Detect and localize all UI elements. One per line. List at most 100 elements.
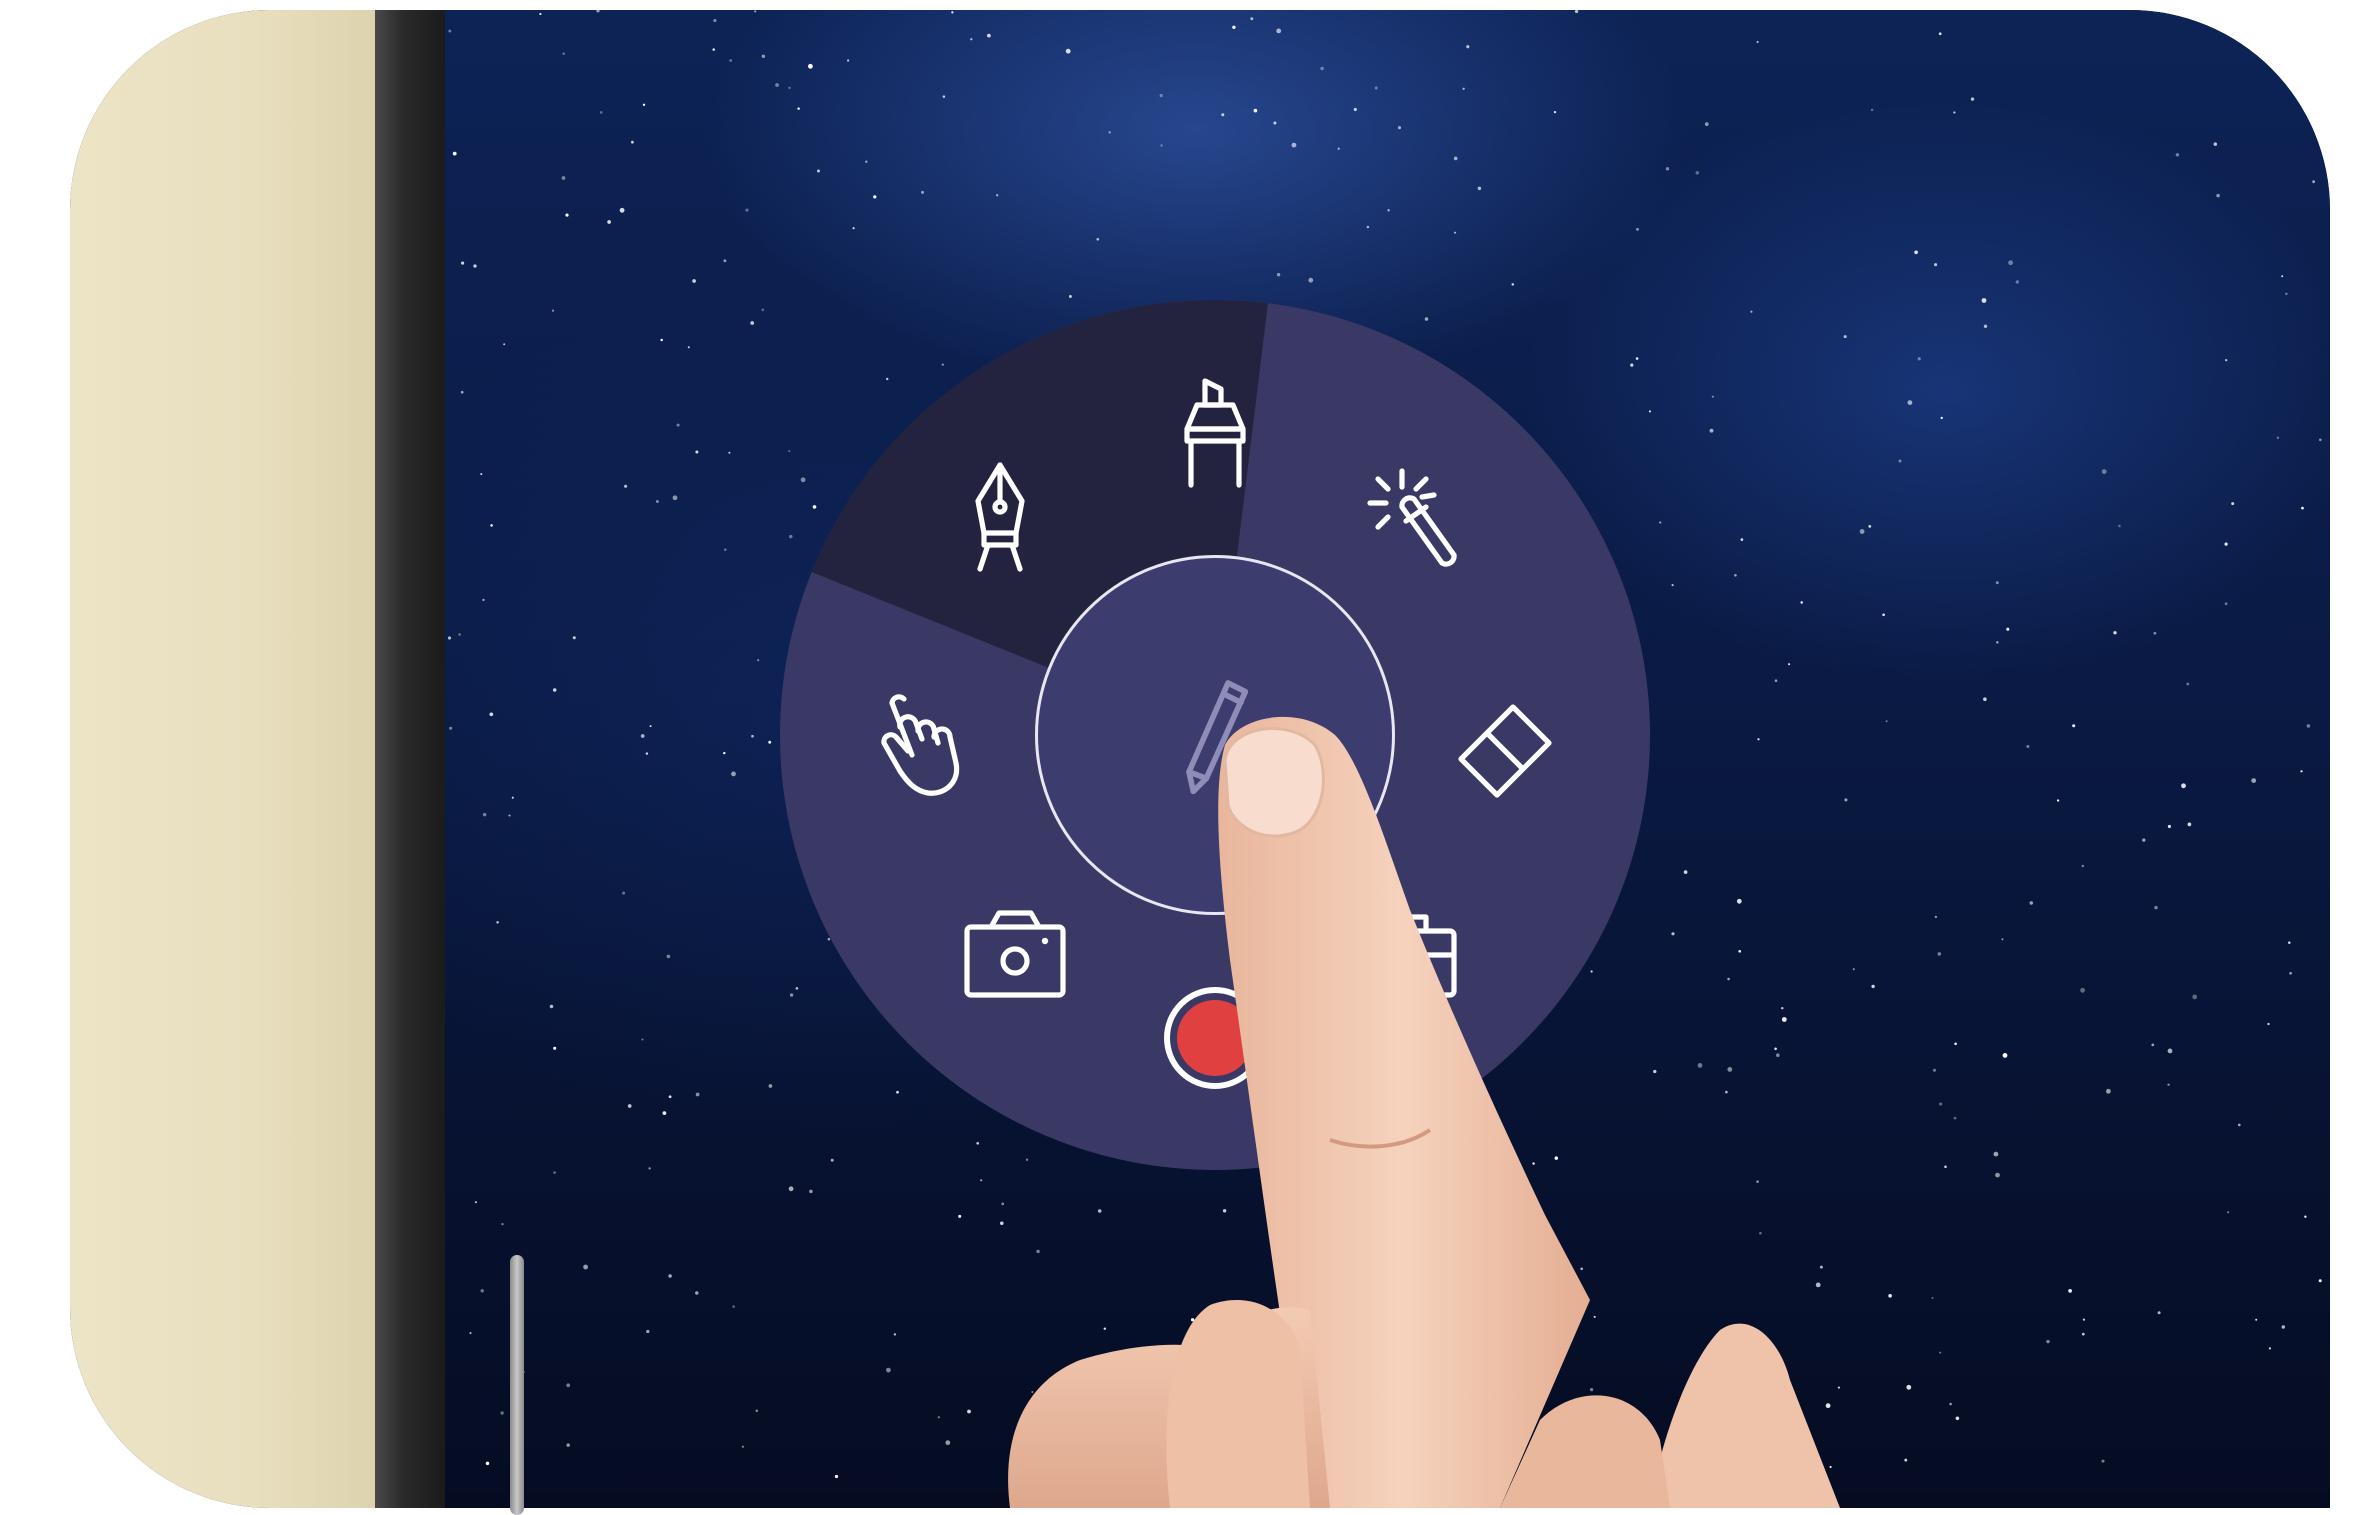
- star: [1466, 45, 1470, 49]
- star: [996, 194, 999, 197]
- star: [967, 1409, 971, 1414]
- star: [1825, 1403, 1831, 1409]
- star: [1756, 40, 1759, 44]
- star: [2001, 938, 2004, 941]
- star: [1800, 601, 1803, 604]
- star: [1222, 1209, 1227, 1213]
- star: [1819, 1265, 1823, 1269]
- star: [672, 495, 678, 501]
- toolbox-button[interactable]: [1345, 890, 1475, 1020]
- star: [1711, 395, 1715, 398]
- star: [1160, 144, 1163, 147]
- record-button[interactable]: [1150, 973, 1280, 1103]
- star: [1580, 1267, 1584, 1271]
- star: [1253, 108, 1258, 113]
- star: [1815, 1282, 1821, 1288]
- star: [1190, 1318, 1195, 1322]
- touch-mode-button[interactable]: [855, 678, 985, 808]
- star: [2238, 1123, 2241, 1127]
- star: [2213, 142, 2218, 146]
- star: [1981, 298, 1987, 303]
- star: [1995, 581, 1999, 585]
- star: [809, 1189, 813, 1194]
- star: [461, 261, 465, 265]
- star: [1397, 126, 1402, 130]
- star: [1291, 142, 1297, 148]
- magic-wand-icon: [1367, 468, 1457, 567]
- star: [1970, 97, 1975, 101]
- star: [1837, 1386, 1840, 1389]
- star: [808, 63, 813, 69]
- star: [1939, 1102, 1943, 1106]
- star: [1907, 400, 1913, 405]
- star: [2113, 631, 2117, 635]
- star: [1031, 1391, 1034, 1393]
- star: [2300, 770, 2303, 773]
- star: [1653, 1069, 1657, 1074]
- star: [2118, 524, 2121, 528]
- current-tool-center-button[interactable]: [1035, 555, 1395, 915]
- star: [1129, 1428, 1133, 1432]
- star: [2319, 438, 2322, 442]
- star: [1492, 1216, 1496, 1220]
- star: [2101, 469, 2107, 474]
- star: [469, 1332, 472, 1335]
- star: [2224, 542, 2228, 546]
- star: [1953, 111, 1956, 114]
- magic-wand-tool-button[interactable]: [1345, 450, 1475, 580]
- star: [1757, 738, 1760, 741]
- star: [1993, 1151, 1999, 1157]
- pen-tool-button[interactable]: [935, 452, 1065, 582]
- star: [1756, 1180, 1759, 1183]
- star: [745, 208, 749, 212]
- star: [1036, 1249, 1040, 1254]
- star: [1589, 1387, 1594, 1392]
- highlighter-icon: [1184, 378, 1246, 488]
- star: [1636, 227, 1639, 231]
- star: [482, 598, 485, 602]
- star: [1108, 131, 1111, 134]
- star: [1774, 1047, 1777, 1051]
- star: [508, 814, 511, 817]
- star: [1544, 1448, 1549, 1453]
- star: [640, 734, 645, 738]
- star: [945, 1440, 951, 1446]
- highlighter-tool-button[interactable]: [1150, 368, 1280, 498]
- star: [2101, 1459, 2105, 1463]
- star: [1781, 1017, 1787, 1022]
- star: [649, 725, 652, 728]
- star: [1402, 1487, 1408, 1493]
- star: [1455, 1272, 1459, 1276]
- star: [1859, 529, 1865, 534]
- star: [1844, 798, 1848, 802]
- star: [489, 712, 494, 717]
- star: [1932, 1068, 1937, 1072]
- star: [1216, 1369, 1220, 1373]
- star: [646, 1329, 650, 1334]
- star: [1949, 1402, 1952, 1406]
- star: [731, 771, 736, 777]
- star: [2318, 1279, 2322, 1283]
- star: [958, 1214, 962, 1218]
- star: [503, 343, 506, 346]
- star: [1829, 1465, 1832, 1469]
- star: [1453, 156, 1458, 161]
- star: [1323, 1492, 1327, 1495]
- star: [668, 1274, 672, 1278]
- star: [1695, 171, 1700, 175]
- eraser-tool-button[interactable]: [1440, 678, 1570, 808]
- star: [1353, 107, 1357, 112]
- screenshot-button[interactable]: [950, 890, 1080, 1020]
- star: [2288, 941, 2291, 944]
- star: [692, 279, 696, 283]
- star: [1477, 1341, 1481, 1344]
- star: [1917, 357, 1921, 361]
- star: [2304, 1215, 2307, 1218]
- star: [755, 1409, 759, 1413]
- star: [1736, 898, 1742, 904]
- star: [660, 338, 663, 342]
- star: [2281, 275, 2284, 278]
- star: [583, 1264, 588, 1270]
- eraser-icon: [1458, 704, 1552, 798]
- star: [1868, 525, 1872, 528]
